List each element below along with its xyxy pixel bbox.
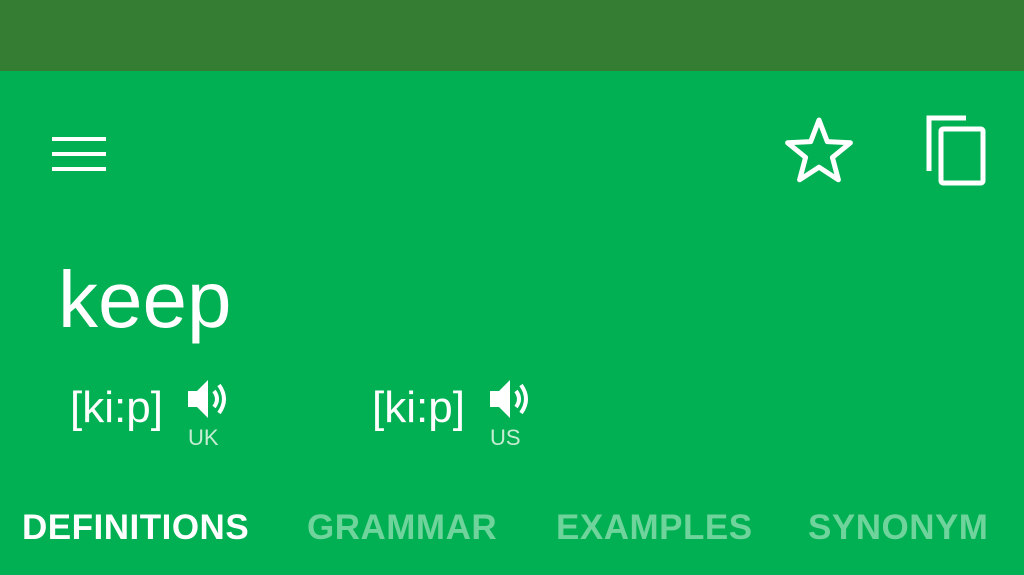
play-uk-audio-button[interactable]	[186, 377, 236, 421]
tab-definitions[interactable]: DEFINITIONS	[22, 495, 249, 565]
favorite-button[interactable]	[776, 111, 862, 191]
tab-grammar[interactable]: GRAMMAR	[307, 495, 497, 565]
status-bar	[0, 0, 1024, 71]
tab-synonym[interactable]: SYNONYM	[808, 495, 988, 565]
tab-bar: DEFINITIONS GRAMMAR EXAMPLES SYNONYM	[0, 495, 1024, 565]
copy-icon	[926, 115, 986, 186]
region-label: UK	[188, 425, 219, 450]
app-toolbar	[0, 71, 1024, 231]
ipa-text: [ki:p]	[70, 383, 163, 432]
menu-button[interactable]	[40, 119, 120, 189]
play-us-audio-button[interactable]	[488, 377, 538, 421]
region-label: US	[490, 425, 521, 450]
speaker-icon	[188, 380, 226, 418]
star-outline-icon	[785, 117, 853, 183]
tab-examples[interactable]: EXAMPLES	[556, 495, 753, 565]
copy-button[interactable]	[914, 111, 1000, 191]
ipa-text: [ki:p]	[372, 383, 465, 432]
hamburger-menu-icon	[52, 137, 106, 171]
headword: keep	[58, 255, 232, 344]
speaker-icon	[490, 380, 528, 418]
